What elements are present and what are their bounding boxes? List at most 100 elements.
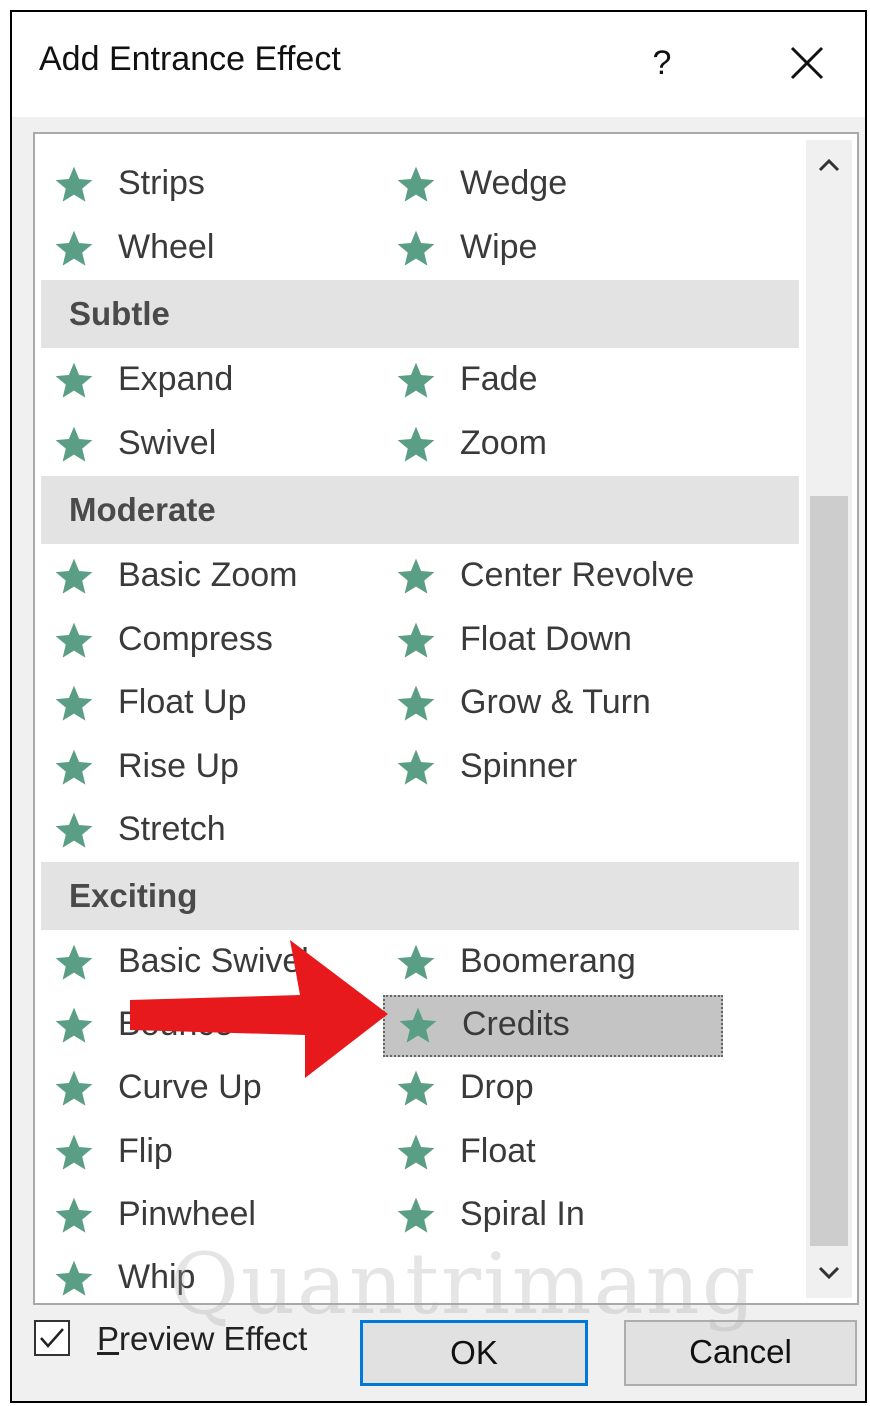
star-icon [55,166,93,202]
effect-item-credits[interactable]: Credits [383,995,723,1057]
effect-label: Stretch [118,810,226,848]
effect-item-rise-up[interactable]: Rise Up [41,739,371,797]
effect-item-compress[interactable]: Compress [41,612,371,670]
category-header-subtle: Subtle [41,280,799,348]
star-icon [55,1197,93,1233]
star-icon [55,1134,93,1170]
effect-label: Center Revolve [460,556,695,594]
cancel-button[interactable]: Cancel [624,1320,857,1386]
category-label: Moderate [69,491,216,528]
star-icon [55,749,93,785]
effect-item-stretch[interactable]: Stretch [41,802,371,860]
effect-item-flip[interactable]: Flip [41,1124,371,1182]
effect-label: Swivel [118,424,217,462]
category-header-exciting: Exciting [41,862,799,930]
effect-item-grow-and-turn[interactable]: Grow & Turn [383,675,713,733]
chevron-down-icon [818,1266,840,1280]
star-icon [55,230,93,266]
scrollbar-thumb[interactable] [810,496,848,1246]
star-icon [399,1007,437,1043]
effect-item-strips[interactable]: Strips [41,156,371,214]
category-header-moderate: Moderate [41,476,799,544]
star-icon [397,362,435,398]
effect-item-bounce[interactable]: Bounce [41,997,371,1055]
effect-label: Fade [460,360,538,398]
star-icon [397,944,435,980]
effect-item-center-revolve[interactable]: Center Revolve [383,548,713,606]
effect-item-boomerang[interactable]: Boomerang [383,934,713,992]
scroll-down-button[interactable] [806,1248,852,1298]
vertical-scrollbar[interactable] [806,140,852,1298]
effect-item-wedge[interactable]: Wedge [383,156,713,214]
preview-effect-label-mnemonic: P [97,1320,120,1357]
preview-effect-checkbox[interactable] [34,1320,70,1356]
star-icon [55,426,93,462]
effect-label: Compress [118,620,273,658]
effect-item-fade[interactable]: Fade [383,352,713,410]
star-icon [397,685,435,721]
help-button[interactable]: ? [642,38,682,88]
effect-item-basic-swivel[interactable]: Basic Swivel [41,934,371,992]
effect-item-float-up[interactable]: Float Up [41,675,371,733]
effect-label: Grow & Turn [460,683,651,721]
star-icon [55,812,93,848]
effect-label: Zoom [460,424,547,462]
checkmark-icon [40,1328,64,1348]
effect-item-float[interactable]: Float [383,1124,713,1182]
star-icon [55,944,93,980]
effect-item-spiral-in[interactable]: Spiral In [383,1187,713,1245]
effect-label: Spiral In [460,1195,585,1233]
effect-label: Pinwheel [118,1195,256,1233]
effect-item-basic-zoom[interactable]: Basic Zoom [41,548,371,606]
star-icon [55,685,93,721]
effect-item-spinner[interactable]: Spinner [383,739,713,797]
effect-item-drop[interactable]: Drop [383,1060,713,1118]
effect-item-pinwheel[interactable]: Pinwheel [41,1187,371,1245]
effect-item-wipe[interactable]: Wipe [383,220,713,278]
star-icon [397,622,435,658]
scroll-up-button[interactable] [806,140,852,190]
effect-label: Flip [118,1132,173,1170]
dialog-title: Add Entrance Effect [39,40,341,78]
effect-label: Strips [118,164,205,202]
effect-label: Expand [118,360,234,398]
close-button[interactable] [784,40,830,86]
effect-label: Spinner [460,747,578,785]
effect-label: Rise Up [118,747,239,785]
effect-item-float-down[interactable]: Float Down [383,612,713,670]
star-icon [397,1197,435,1233]
close-icon [790,46,824,80]
effect-item-expand[interactable]: Expand [41,352,371,410]
effect-label: Drop [460,1068,534,1106]
effect-item-zoom[interactable]: Zoom [383,416,713,474]
effects-list[interactable]: Strips Wedge Wheel Wipe Subtle Expand Fa… [33,132,859,1305]
star-icon [55,1007,93,1043]
effect-label: Float Down [460,620,632,658]
star-icon [55,362,93,398]
effect-label: Float [460,1132,536,1170]
effect-label: Wheel [118,228,215,266]
effect-label: Curve Up [118,1068,262,1106]
effect-item-swivel[interactable]: Swivel [41,416,371,474]
star-icon [397,749,435,785]
preview-effect-label[interactable]: Preview Effect [97,1320,307,1358]
star-icon [55,1260,93,1296]
effect-item-curve-up[interactable]: Curve Up [41,1060,371,1118]
effect-item-wheel[interactable]: Wheel [41,220,371,278]
title-bar: Add Entrance Effect ? [12,12,865,117]
effect-label: Float Up [118,683,247,721]
star-icon [55,622,93,658]
ok-button[interactable]: OK [360,1320,588,1386]
star-icon [55,1070,93,1106]
effect-label: Whip [118,1258,196,1296]
effect-item-whip[interactable]: Whip [41,1250,371,1303]
preview-effect-label-rest: review Effect [119,1320,308,1357]
star-icon [397,230,435,266]
effect-label: Boomerang [460,942,636,980]
star-icon [397,166,435,202]
star-icon [55,558,93,594]
effect-label: Basic Zoom [118,556,298,594]
chevron-up-icon [818,158,840,172]
star-icon [397,1134,435,1170]
effect-label: Bounce [118,1005,234,1043]
